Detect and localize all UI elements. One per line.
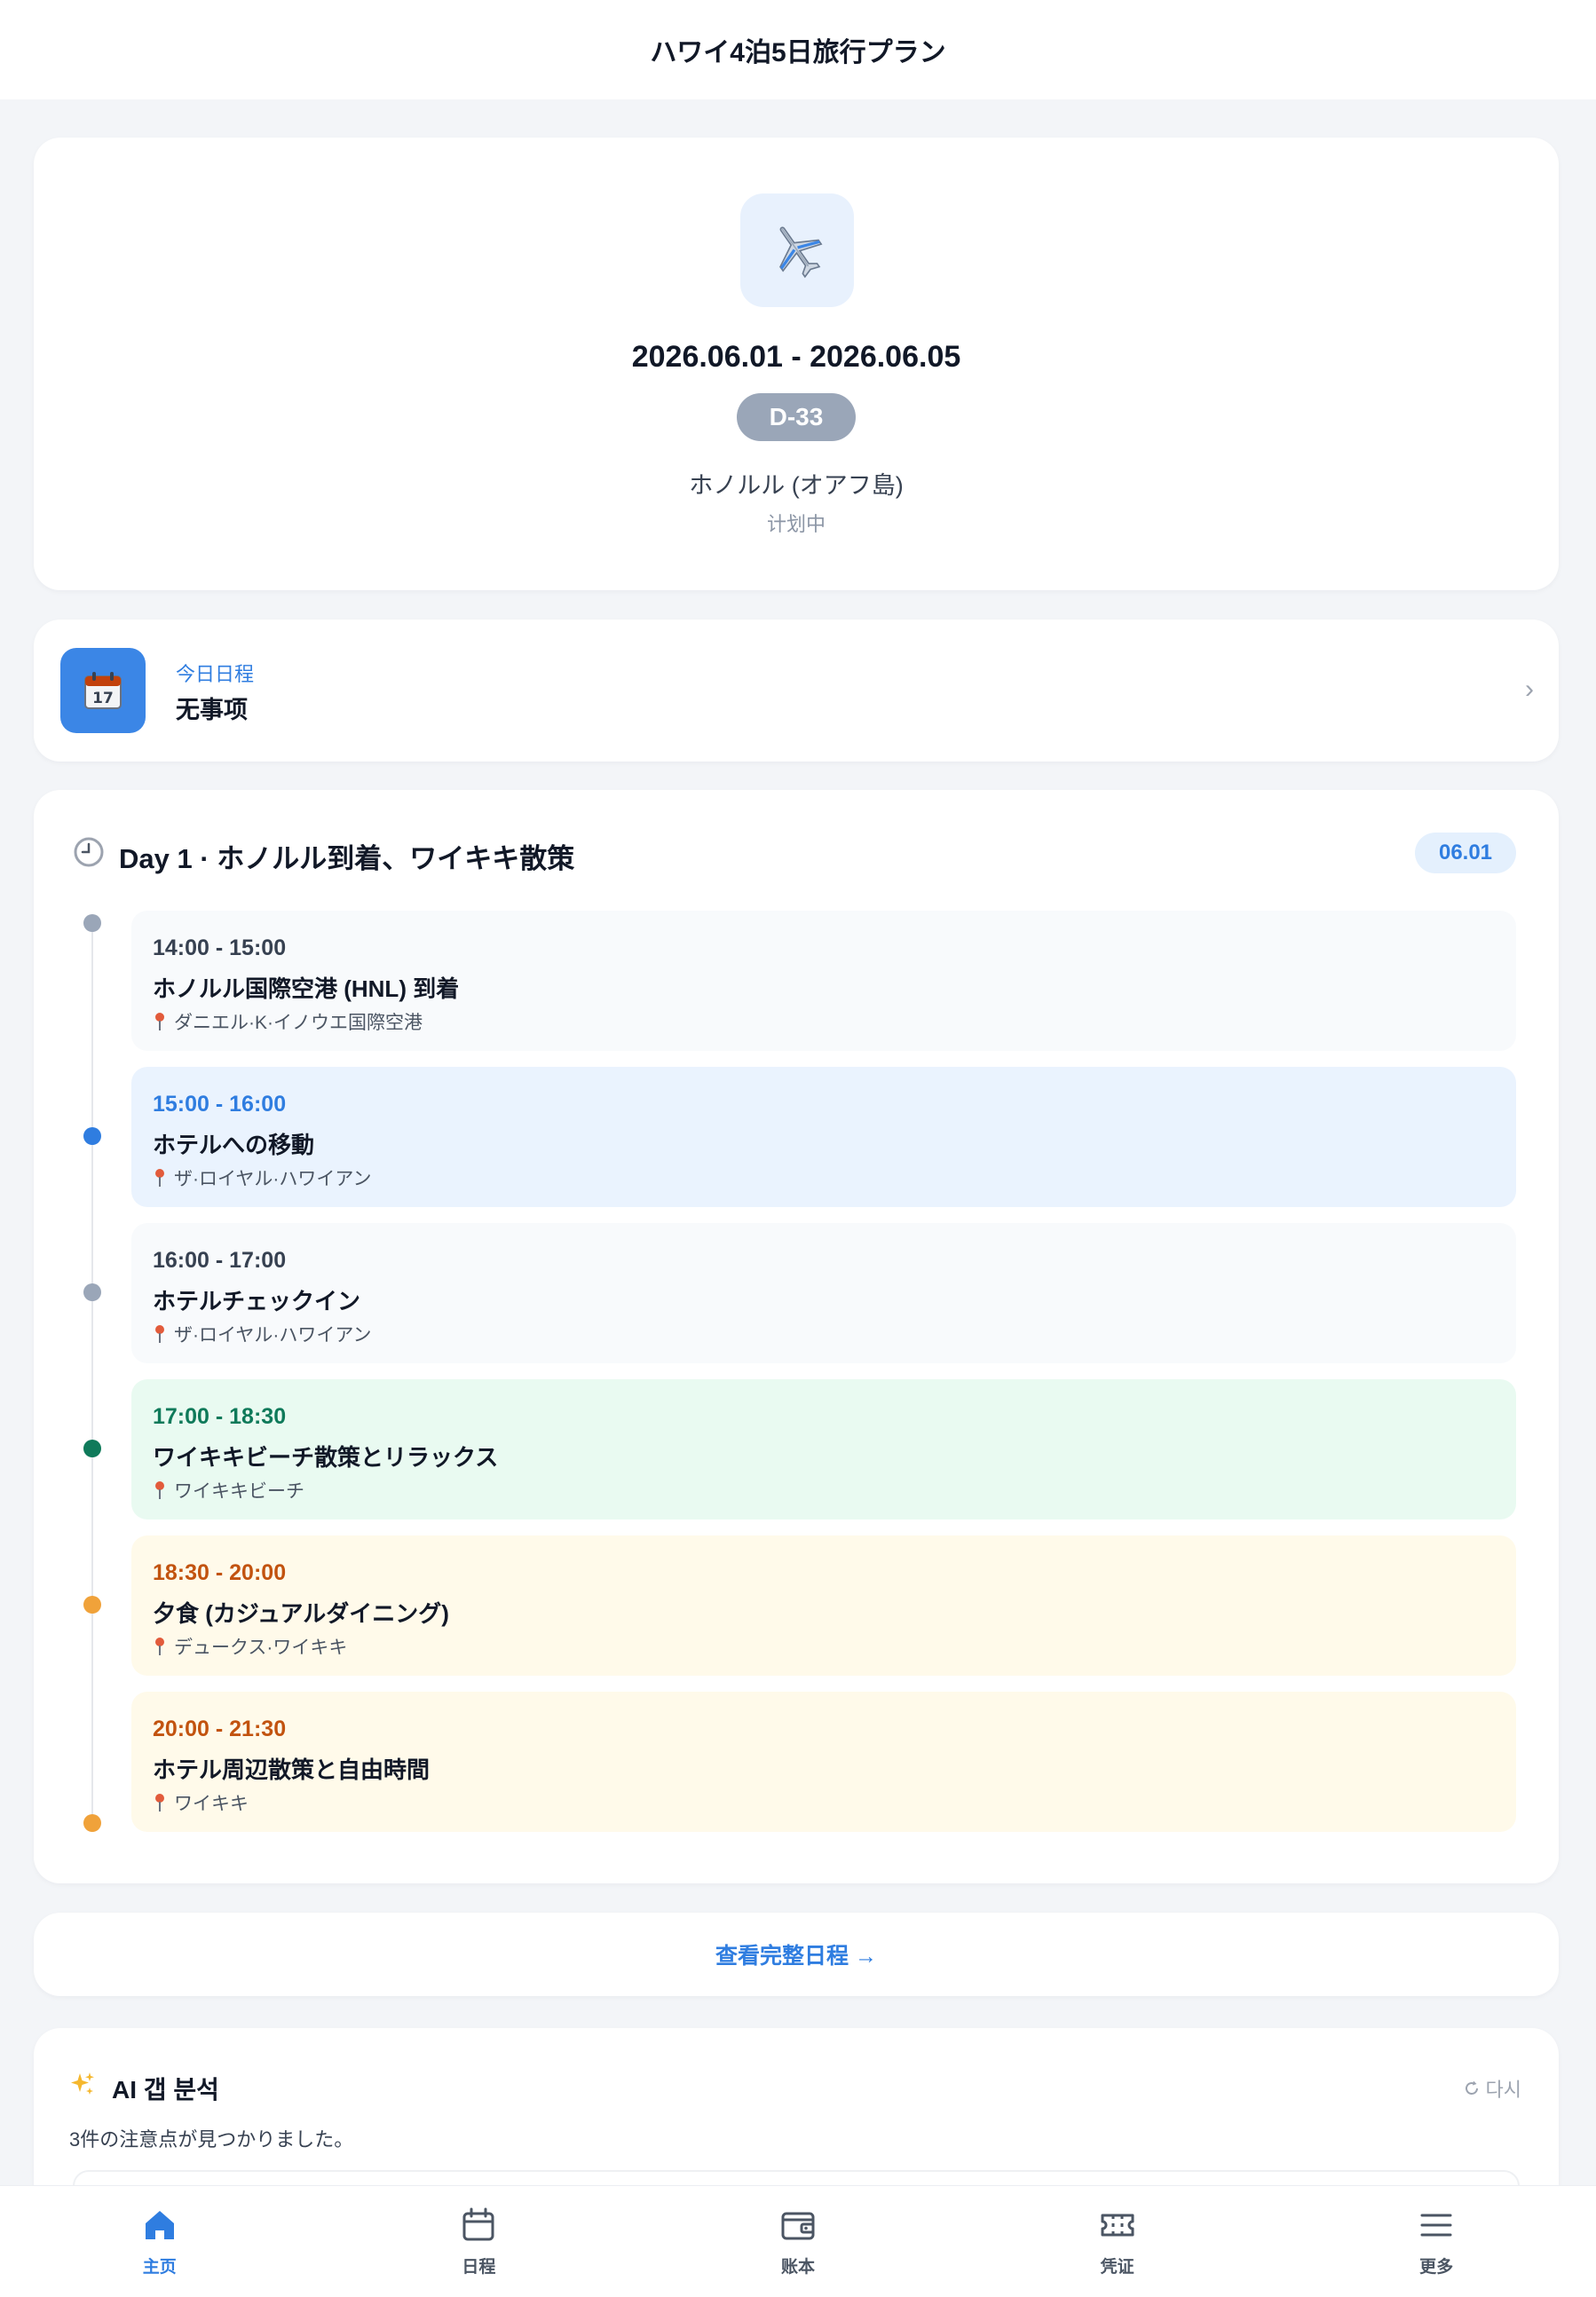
pin-icon [155,1481,164,1499]
nav-more[interactable]: 更多 [1276,2186,1596,2297]
today-label: 今日日程 [176,663,255,685]
wallet-icon [781,2212,815,2240]
timeline-dot [83,1814,101,1832]
event-title: ホテル周辺散策と自由時間 [153,1756,431,1783]
nav-vouchers[interactable]: 凭证 [958,2186,1277,2297]
ticket-icon [1101,2214,1134,2237]
airplane-icon [740,193,854,307]
nav-home[interactable]: 主页 [0,2186,320,2297]
page-title: ハワイ4泊5日旅行プラン [650,38,946,67]
countdown-badge: D-33 [737,393,856,441]
event-location: ザ·ロイヤル·ハワイアン [153,1321,372,1347]
pin-icon [155,1013,164,1030]
trip-summary-card: 2026.06.01 - 2026.06.05 D-33 ホノルル (オアフ島)… [34,138,1559,590]
trip-status: 计划中 [766,513,826,535]
ai-title: AI 갭 분석 [112,2076,219,2104]
nav-schedule-label: 日程 [462,2258,496,2277]
timeline-dot [83,1596,101,1614]
app-title-bar: ハワイ4泊5日旅行プラン [0,0,1596,99]
event-location-text: デュークス·ワイキキ [174,1638,348,1658]
destination-text: ホノルル (オアフ島) [689,472,904,499]
event-title: ホテルチェックイン [153,1288,361,1314]
event-time: 15:00 - 16:00 [153,1092,287,1117]
timeline-dot [83,1127,101,1145]
refresh-icon [1465,2080,1478,2095]
day-title: Day 1 · ホノルル到着、ワイキキ散策 [119,843,575,874]
pin-icon [155,1169,164,1187]
sparkles-icon [69,2071,96,2104]
bottom-navigation: 主页 日程 账本 凭证 更多 [0,2185,1596,2297]
event-location: ダニエル·K·イノウエ国際空港 [153,1008,423,1035]
calendar-icon [462,2207,494,2241]
event-time: 16:00 - 17:00 [153,1248,287,1273]
itinerary-event[interactable]: 20:00 - 21:30 ホテル周辺散策と自由時間ワイキキ [131,1692,1516,1832]
itinerary-event[interactable]: 14:00 - 15:00 ホノルル国際空港 (HNL) 到着ダニエル·K·イノウ… [131,911,1516,1051]
nav-home-label: 主页 [142,2258,177,2277]
event-location: デュークス·ワイキキ [153,1633,347,1660]
day-date-badge: 06.01 [1415,833,1516,873]
nav-ledger-label: 账本 [780,2258,815,2277]
event-location: ザ·ロイヤル·ハワイアン [153,1164,372,1191]
timeline-line [91,923,93,1821]
timeline-dot [83,1440,101,1457]
home-icon [145,2211,174,2239]
event-title: ホノルル国際空港 (HNL) 到着 [153,975,460,1002]
event-location: ワイキキビーチ [153,1477,304,1504]
chevron-right-icon: › [1525,675,1534,704]
event-time: 14:00 - 15:00 [153,935,287,960]
trip-dates: 2026.06.01 - 2026.06.05 [631,340,961,374]
view-full-schedule-label: 查看完整日程 → [715,1944,877,1969]
retry-button[interactable]: 다시 [1463,2074,1521,2103]
event-title: 夕食 (カジュアルダイニング) [153,1600,449,1627]
itinerary-event[interactable]: 17:00 - 18:30 ワイキキビーチ散策とリラックスワイキキビーチ [131,1379,1516,1519]
event-title: ワイキキビーチ散策とリラックス [153,1444,499,1471]
event-location-text: ザ·ロイヤル·ハワイアン [174,1325,372,1346]
pin-icon [155,1325,164,1343]
event-location: ワイキキ [153,1789,249,1816]
event-location-text: ワイキキビーチ [174,1481,304,1502]
view-full-schedule-button[interactable]: 查看完整日程 → [34,1913,1559,1996]
clock-icon [73,836,105,872]
itinerary-event[interactable]: 16:00 - 17:00 ホテルチェックインザ·ロイヤル·ハワイアン [131,1223,1516,1363]
today-schedule-card[interactable]: 17 今日日程 无事项 › [34,620,1559,762]
pin-icon [155,1638,164,1655]
nav-schedule[interactable]: 日程 [320,2186,639,2297]
nav-ledger[interactable]: 账本 [638,2186,958,2297]
ai-description: 3件の注意点が見つかりました。 [69,2128,354,2151]
itinerary-event[interactable]: 18:30 - 20:00 夕食 (カジュアルダイニング) デュークス·ワイキキ [131,1535,1516,1676]
day-itinerary-card: Day 1 · ホノルル到着、ワイキキ散策 06.01 14:00 - 15:0… [34,790,1559,1883]
pin-icon [155,1794,164,1812]
today-value: 无事项 [176,697,248,723]
itinerary-event[interactable]: 15:00 - 16:00 ホテルへの移動ザ·ロイヤル·ハワイアン [131,1067,1516,1207]
retry-label: 다시 [1485,2079,1521,2101]
timeline-dot [83,914,101,932]
svg-text:17: 17 [92,690,114,707]
event-location-text: ダニエル·K·イノウエ国際空港 [174,1013,423,1033]
event-location-text: ザ·ロイヤル·ハワイアン [174,1169,372,1189]
nav-more-label: 更多 [1419,2258,1454,2277]
menu-icon [1420,2214,1452,2237]
event-time: 18:30 - 20:00 [153,1560,287,1585]
calendar-icon: 17 [60,648,146,733]
event-time: 17:00 - 18:30 [153,1404,287,1429]
event-time: 20:00 - 21:30 [153,1717,287,1741]
nav-vouchers-label: 凭证 [1100,2258,1134,2277]
timeline-dot [83,1283,101,1301]
event-title: ホテルへの移動 [153,1132,315,1158]
event-location-text: ワイキキ [174,1794,249,1814]
